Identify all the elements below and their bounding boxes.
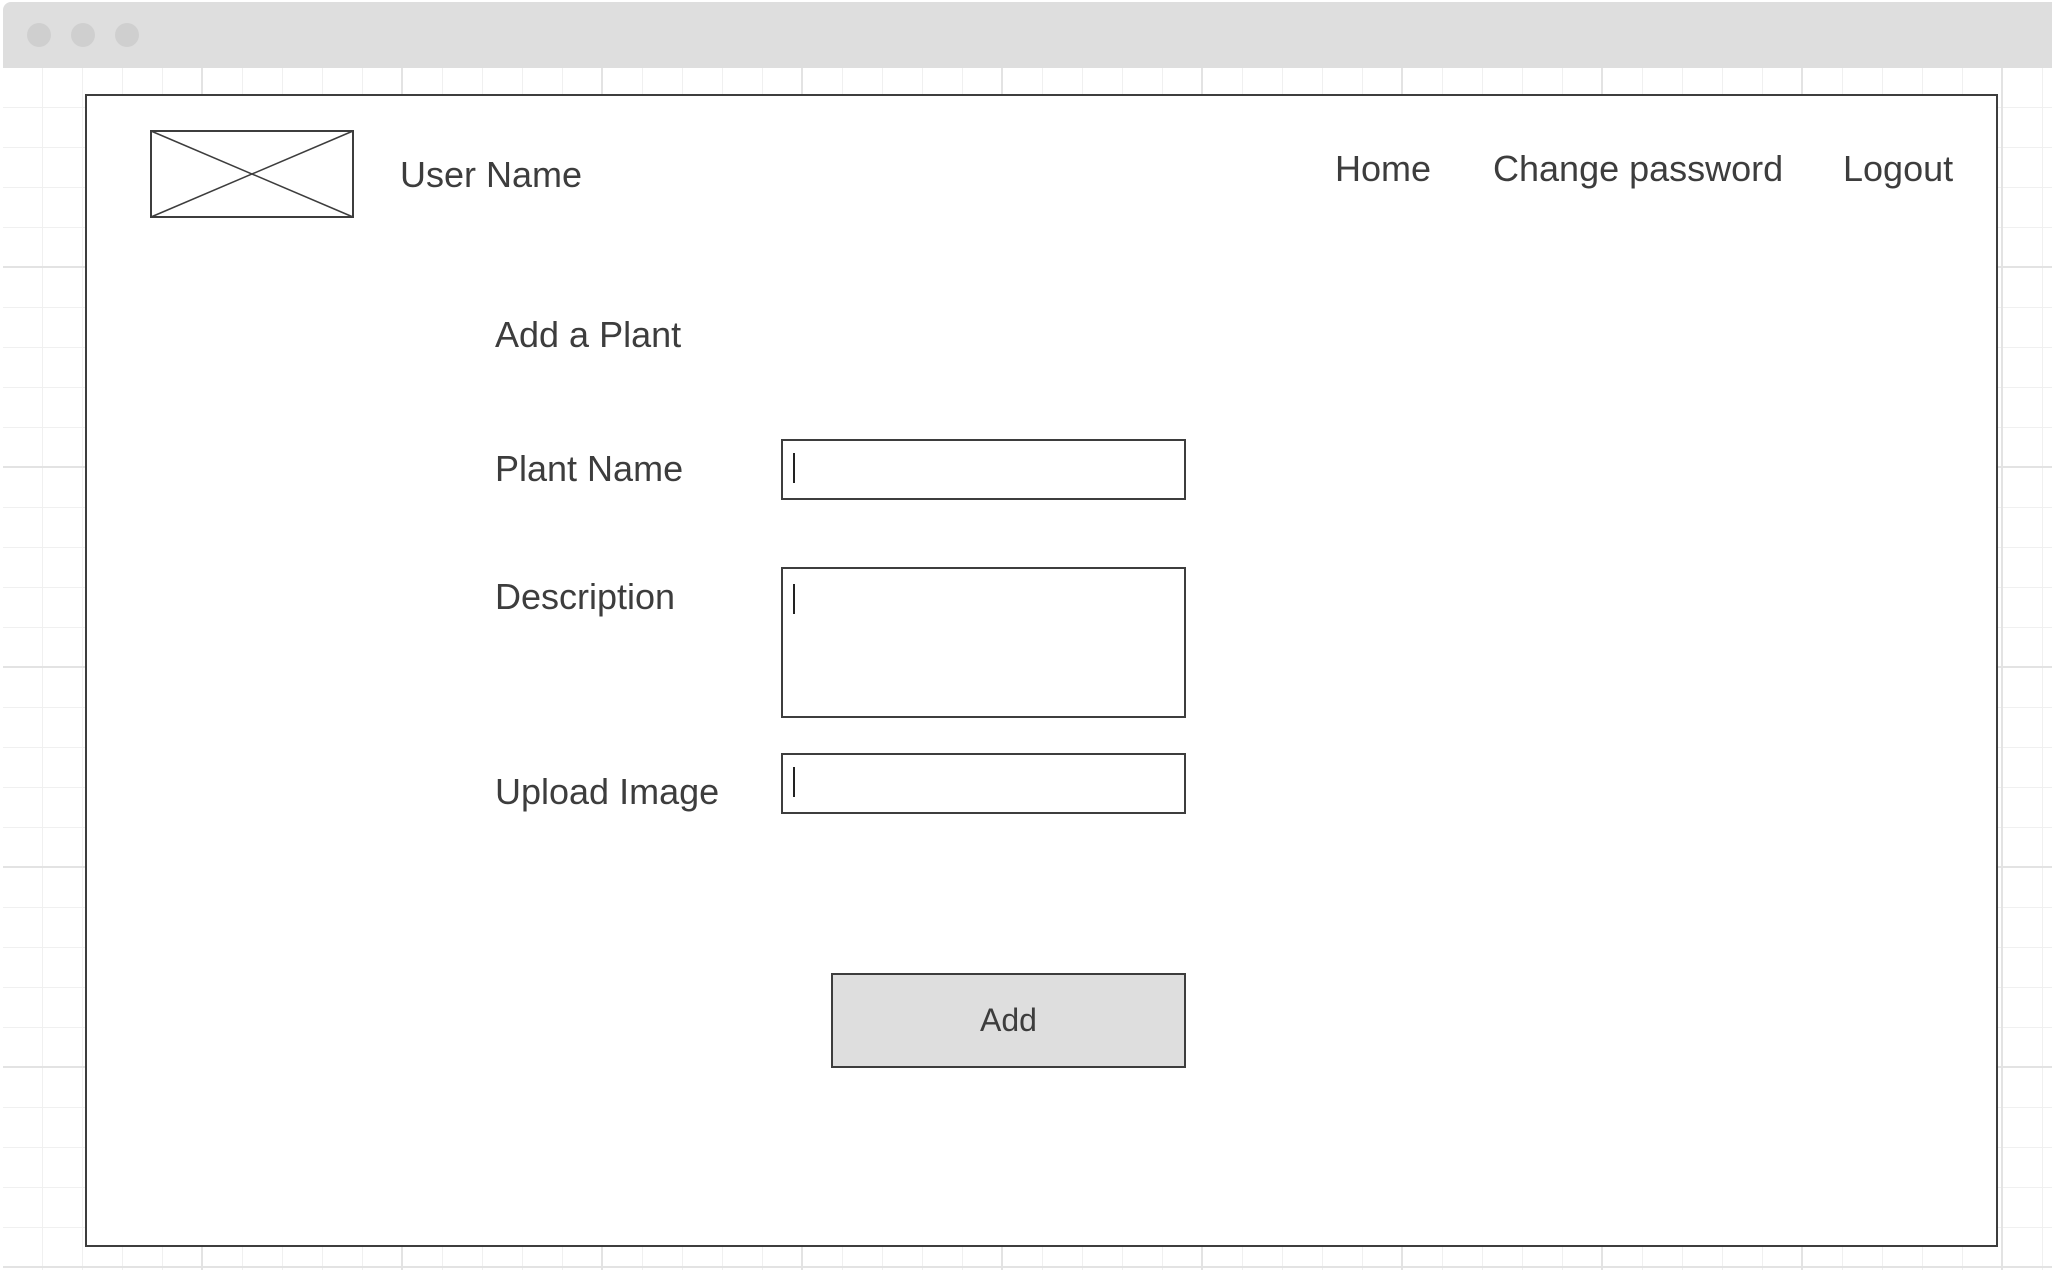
text-caret <box>793 767 795 797</box>
screen: User Name Home Change password Logout Ad… <box>0 0 2052 1272</box>
title-bar <box>3 2 2052 68</box>
upload-image-label: Upload Image <box>495 771 720 812</box>
description-label: Description <box>495 576 676 617</box>
add-button[interactable]: Add <box>831 973 1186 1068</box>
nav-home-link[interactable]: Home <box>1335 146 1431 192</box>
text-caret <box>793 584 795 614</box>
window-close-button[interactable] <box>27 23 51 47</box>
upload-image-input[interactable] <box>781 753 1186 814</box>
nav-logout-link[interactable]: Logout <box>1843 146 1953 192</box>
user-name: User Name <box>400 154 583 195</box>
text-caret <box>793 453 795 483</box>
image-placeholder-icon <box>150 130 354 218</box>
form-title: Add a Plant <box>495 314 682 355</box>
window-zoom-button[interactable] <box>115 23 139 47</box>
description-textarea[interactable] <box>781 567 1186 718</box>
nav-change-password-link[interactable]: Change password <box>1493 146 1783 192</box>
plant-name-label: Plant Name <box>495 448 684 489</box>
window-minimize-button[interactable] <box>71 23 95 47</box>
plant-name-input[interactable] <box>781 439 1186 500</box>
